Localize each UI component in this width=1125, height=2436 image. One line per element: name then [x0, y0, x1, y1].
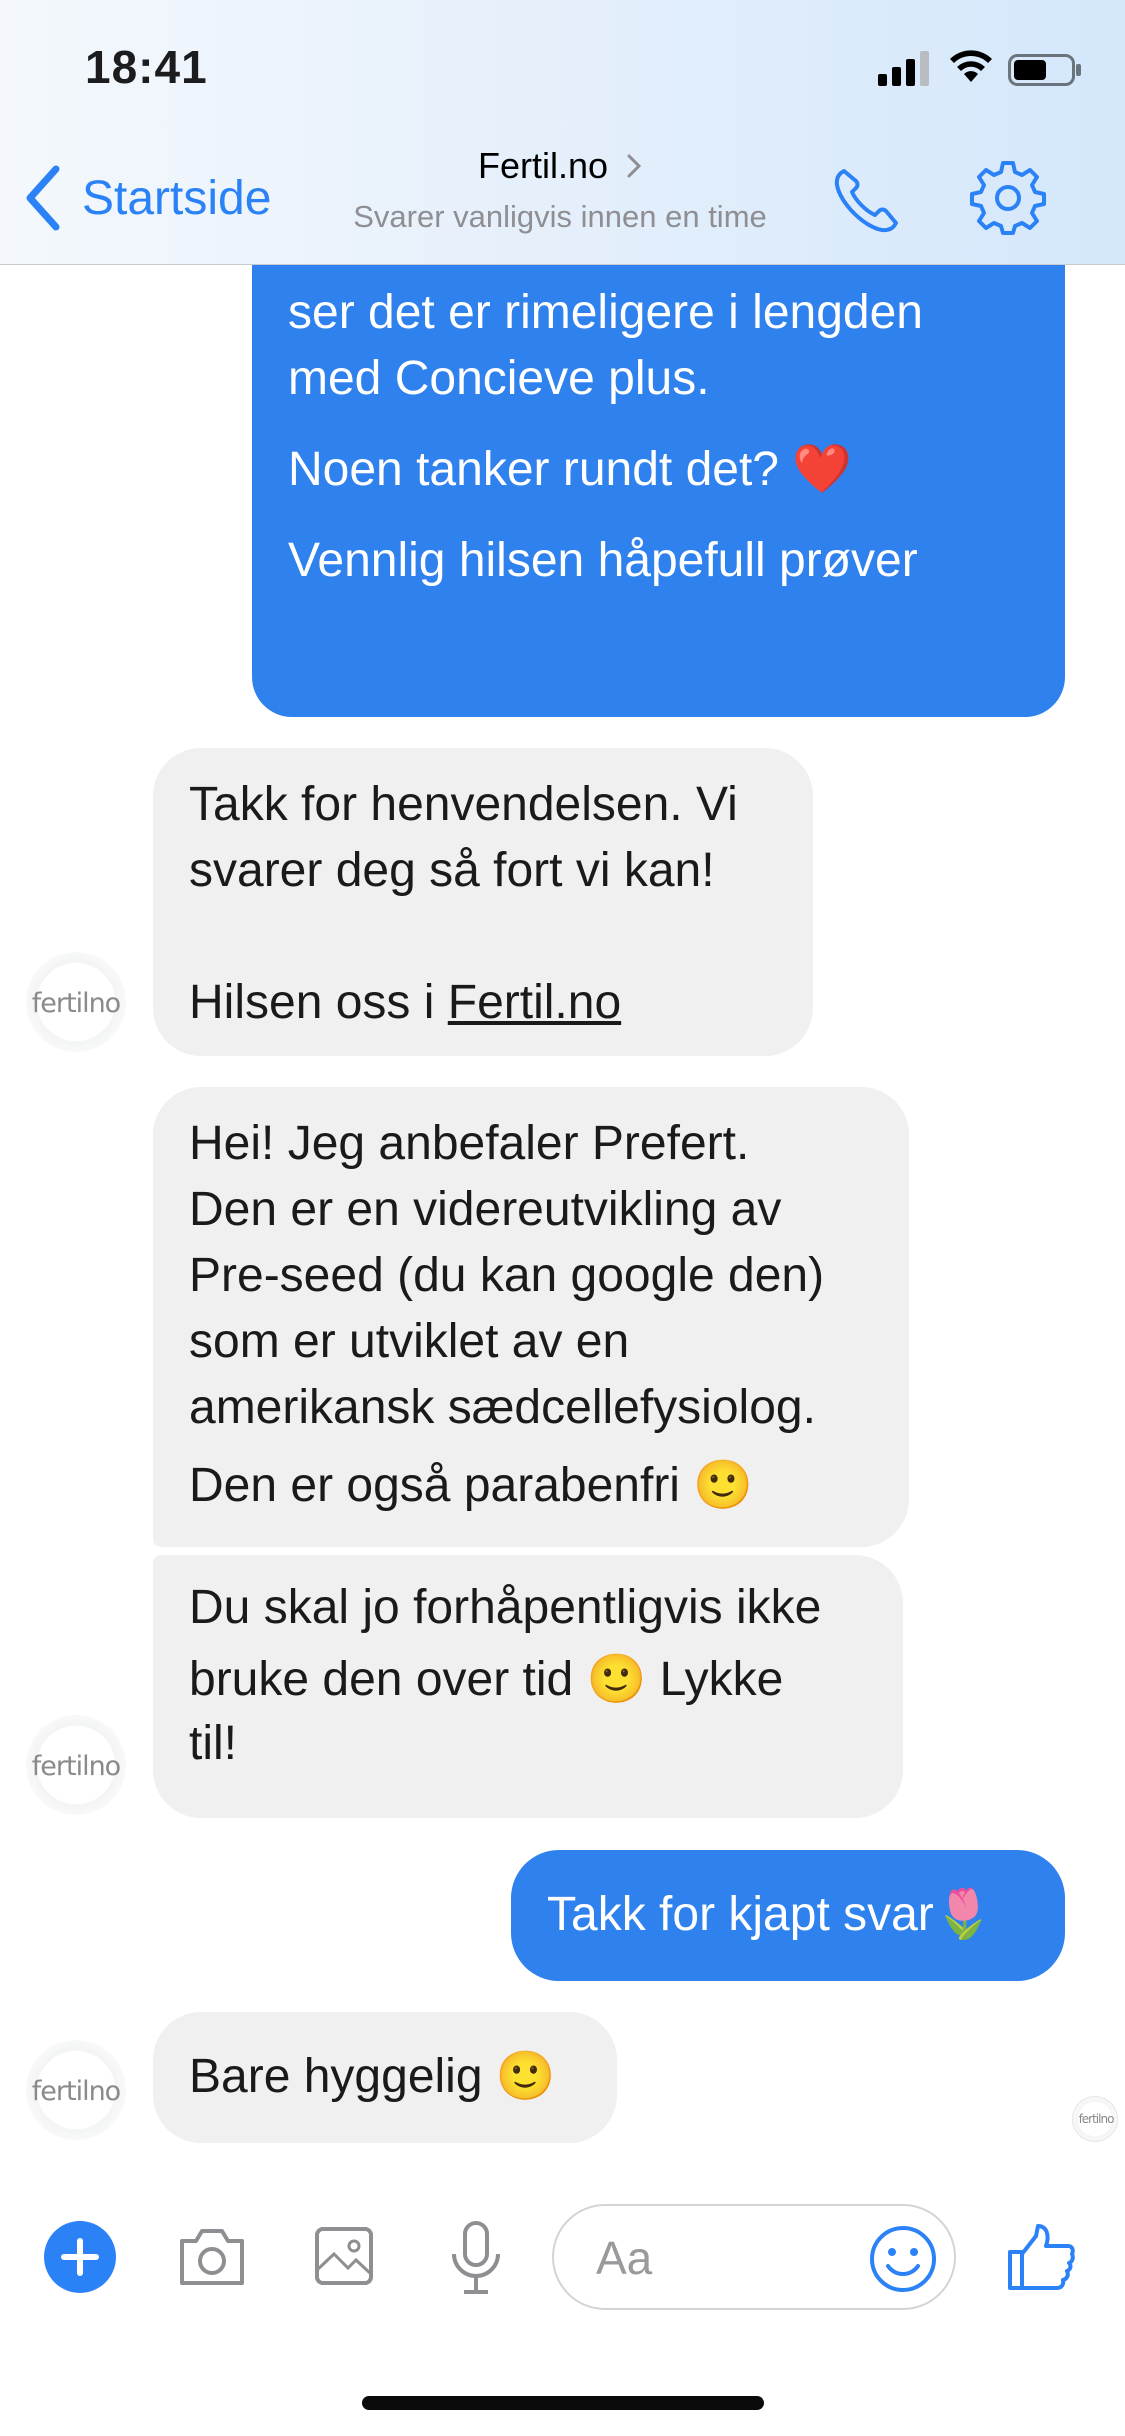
- message-line: Vennlig hilsen håpefull prøver: [288, 534, 918, 587]
- avatar[interactable]: fertilno: [26, 952, 126, 1052]
- response-time-subtitle: Svarer vanligvis innen en time: [353, 199, 767, 234]
- message-line: Du skal jo forhåpentligvis ikke: [189, 1581, 822, 1634]
- conversation-title-area[interactable]: Fertil.no Svarer vanligvis innen en time: [320, 145, 800, 235]
- wifi-icon: [950, 50, 992, 82]
- incoming-message-bubble[interactable]: Du skal jo forhåpentligvis ikke bruke de…: [153, 1555, 903, 1818]
- status-bar: 18:41: [0, 0, 1125, 135]
- back-button[interactable]: Startside: [22, 163, 271, 233]
- incoming-message-bubble[interactable]: Hei! Jeg anbefaler Prefert. Den er en vi…: [153, 1087, 909, 1547]
- message-line: amerikansk sædcellefysiolog.: [189, 1381, 816, 1434]
- avatar-logo-text: fertilno: [31, 988, 121, 1019]
- page-title: Fertil.no: [477, 145, 609, 186]
- message-composer: [0, 2190, 1125, 2330]
- message-input-field[interactable]: [552, 2204, 956, 2310]
- message-line: Takk for henvendelsen. Vi: [189, 778, 738, 831]
- message-line: som er utviklet av en: [189, 1315, 630, 1368]
- outgoing-message-bubble[interactable]: Takk for kjapt svar🌷: [511, 1850, 1065, 1981]
- incoming-message-bubble[interactable]: Bare hyggelig 🙂: [153, 2012, 617, 2143]
- microphone-icon[interactable]: [448, 2220, 504, 2296]
- image-icon[interactable]: [314, 2226, 374, 2286]
- message-line: Noen tanker rundt det? ❤️: [288, 443, 853, 496]
- cellular-signal-icon: [878, 51, 929, 86]
- message-line: med Concieve plus.: [288, 352, 710, 405]
- message-text: Hilsen oss i: [189, 976, 448, 1029]
- conversation-header: Startside Fertil.no Svarer vanligvis inn…: [0, 135, 1125, 265]
- message-line: ser det er rimeligere i lengden: [288, 286, 923, 339]
- chevron-right-icon: [627, 154, 642, 178]
- read-receipt-avatar: fertilno: [1072, 2096, 1118, 2142]
- message-line: Hilsen oss i Fertil.no: [189, 970, 777, 1036]
- message-line: svarer deg så fort vi kan!: [189, 844, 715, 897]
- home-indicator[interactable]: [362, 2396, 764, 2410]
- incoming-message-bubble[interactable]: Takk for henvendelsen. Vi svarer deg så …: [153, 748, 813, 1056]
- phone-call-icon[interactable]: [832, 165, 902, 235]
- message-line: Takk for kjapt svar🌷: [547, 1888, 994, 1941]
- gear-icon[interactable]: [970, 159, 1046, 235]
- message-line: Den er også parabenfri 🙂: [189, 1459, 754, 1512]
- fertil-link[interactable]: Fertil.no: [448, 976, 621, 1029]
- avatar-logo-text: fertilno: [31, 2076, 121, 2107]
- avatar-logo-text: fertilno: [31, 1751, 121, 1782]
- message-line: Bare hyggelig 🙂: [189, 2050, 556, 2103]
- camera-icon[interactable]: [176, 2225, 248, 2287]
- message-line: bruke den over tid 🙂 Lykke: [189, 1653, 784, 1706]
- battery-icon: [1008, 54, 1081, 86]
- plus-icon[interactable]: [44, 2221, 116, 2293]
- message-line: til!: [189, 1717, 237, 1770]
- status-time: 18:41: [85, 41, 208, 93]
- back-label: Startside: [82, 171, 272, 225]
- avatar[interactable]: fertilno: [26, 1715, 126, 1815]
- read-receipt-logo-text: fertilno: [1078, 2112, 1115, 2126]
- message-input[interactable]: [596, 2230, 856, 2286]
- emoji-icon[interactable]: [868, 2224, 938, 2294]
- outgoing-message-bubble[interactable]: ser det er rimeligere i lengden med Conc…: [252, 265, 1065, 717]
- avatar[interactable]: fertilno: [26, 2040, 126, 2140]
- message-line: Pre-seed (du kan google den): [189, 1249, 825, 1302]
- message-line: Den er en videreutvikling av: [189, 1183, 782, 1236]
- thumbs-up-icon[interactable]: [1006, 2222, 1076, 2292]
- chevron-left-icon: [26, 165, 60, 231]
- message-line: Hei! Jeg anbefaler Prefert.: [189, 1117, 750, 1170]
